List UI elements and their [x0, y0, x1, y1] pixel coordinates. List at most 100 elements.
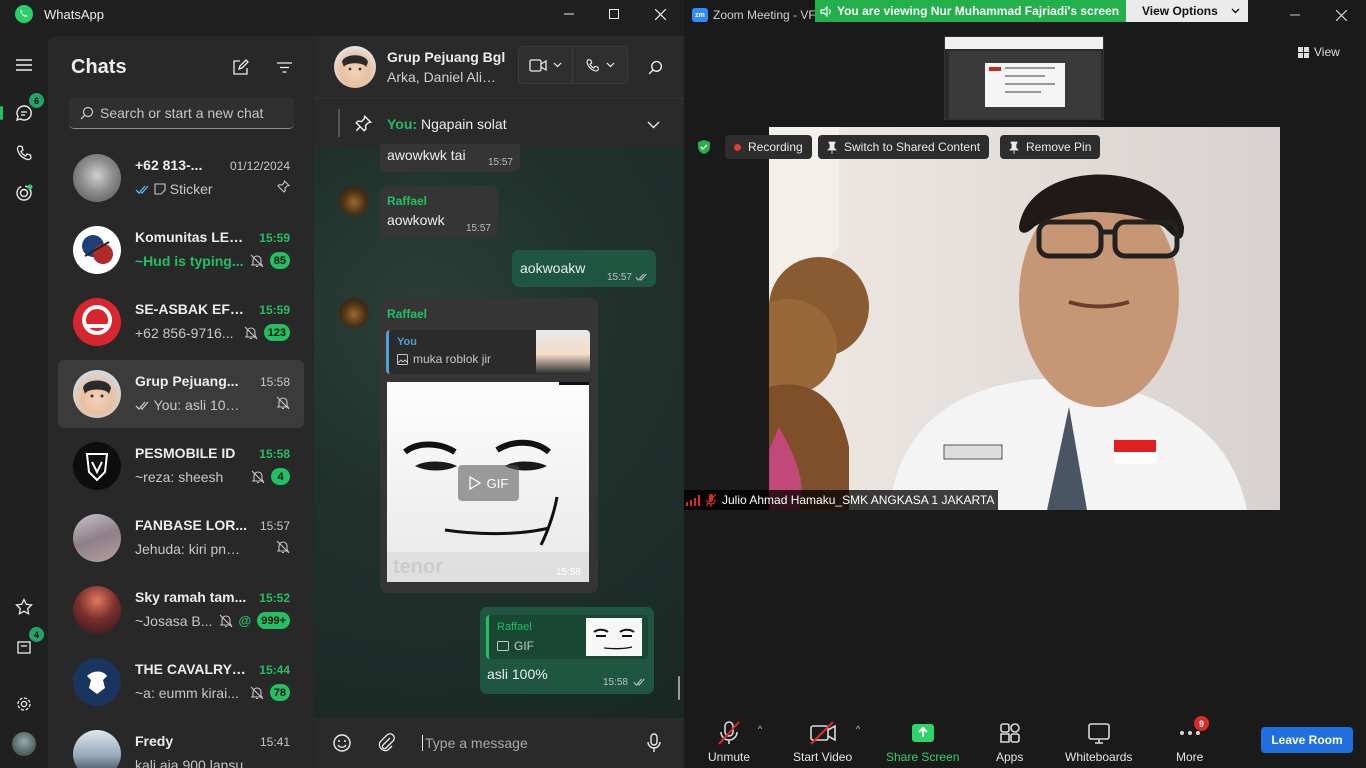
close-window-button[interactable] [637, 0, 683, 28]
quote-text: GIF [514, 639, 534, 653]
quoted-message[interactable]: Raffael GIF [486, 615, 648, 659]
status-nav-button[interactable] [8, 177, 40, 209]
pinned-message-bar[interactable]: You: Ngapain solat [314, 98, 684, 148]
chat-avatar [73, 154, 121, 202]
message-bubble-outgoing[interactable]: aokwoakw 15:57 [512, 250, 656, 287]
search-input[interactable]: Search or start a new chat [69, 97, 294, 129]
mention-indicator: @ [238, 613, 252, 628]
minimize-button[interactable] [546, 0, 592, 28]
chat-item[interactable]: Fredy 15:41 kali aja 900 lansu [58, 720, 304, 768]
screen-share-text: You are viewing Nur Muhammad Fajriadi's … [837, 4, 1120, 18]
start-video-label: Start Video [793, 750, 853, 764]
voice-call-button[interactable] [573, 47, 627, 83]
profile-nav-button[interactable] [8, 728, 40, 760]
message-text: awowkwk tai [387, 147, 466, 163]
zoom-minimize-button[interactable] [1272, 0, 1318, 30]
conversation-header[interactable]: Grup Pejuang Bgl Arka, Daniel Ali,... [314, 36, 684, 98]
starred-nav-button[interactable] [8, 591, 40, 623]
message-bubble[interactable]: Raffael You muka roblok jir GIF tenor 15… [380, 298, 598, 593]
zoom-maximize-button[interactable] [1296, 0, 1297, 30]
whiteboards-button[interactable]: Whiteboards [1065, 720, 1132, 764]
chat-item[interactable]: SE-ASBAK EFO... 15:59 +62 856-9716... 12… [58, 288, 304, 356]
filter-button[interactable] [273, 56, 295, 78]
encryption-shield-icon[interactable] [696, 139, 712, 155]
chat-meta [276, 540, 290, 554]
quoted-message[interactable]: You muka roblok jir [386, 330, 590, 374]
switch-to-shared-content-button[interactable]: Switch to Shared Content [818, 135, 990, 159]
participant-video-frame [769, 127, 1280, 510]
gif-play-button[interactable]: GIF [458, 465, 519, 501]
share-screen-button[interactable]: Share Screen [886, 720, 959, 764]
chat-meta: 123 [244, 324, 290, 341]
start-video-button[interactable]: Start Video [793, 720, 852, 764]
view-options-button[interactable]: View Options [1126, 0, 1248, 22]
chat-item[interactable]: PESMOBILE ID 15:58 ~reza: sheesh 4 [58, 432, 304, 500]
video-options-caret[interactable]: ^ [856, 724, 860, 734]
message-input[interactable]: Type a message [422, 735, 528, 751]
chat-item-selected[interactable]: Grup Pejuang... 15:58 You: asli 100% [58, 360, 304, 428]
chevron-down-icon [606, 62, 615, 68]
menu-button[interactable] [8, 49, 40, 81]
chat-avatar [73, 370, 121, 418]
pinned-text: You: Ngapain solat [387, 116, 507, 132]
phone-icon [16, 145, 32, 161]
message-time: 15:58 [555, 567, 581, 578]
message-bubble-outgoing[interactable]: Raffael GIF asli 100% 15:58 [480, 607, 654, 694]
chats-nav-button[interactable]: 6 [0, 93, 44, 129]
pinned-message: Ngapain solat [420, 116, 507, 132]
scrollbar[interactable] [678, 676, 680, 700]
emoji-button[interactable] [332, 733, 352, 753]
chat-item[interactable]: FANBASE LOR... 15:57 Jehuda: kiri pnya..… [58, 504, 304, 572]
unmute-button[interactable]: Unmute [708, 720, 750, 764]
chat-item[interactable]: Komunitas LEO... 15:59 ~Hud is typing...… [58, 216, 304, 284]
message-bubble[interactable]: Raffael aowkowk 15:57 [380, 186, 498, 238]
chat-meta [277, 180, 290, 193]
view-options-label: View Options [1142, 4, 1218, 18]
participant-video[interactable] [769, 127, 1280, 510]
chat-preview-text: Jehuda: kiri pnya... [135, 541, 245, 557]
whatsapp-logo-icon [15, 5, 33, 23]
video-call-button[interactable] [519, 47, 573, 83]
chat-name: THE CAVALRY ID [135, 661, 247, 677]
chat-avatar [73, 514, 121, 562]
screen-share-banner: You are viewing Nur Muhammad Fajriadi's … [815, 0, 1126, 22]
zoom-close-button[interactable] [1318, 0, 1364, 30]
chat-item[interactable]: THE CAVALRY ID 15:44 ~a: eumm kirai... 7… [58, 648, 304, 716]
voice-message-button[interactable] [646, 733, 664, 753]
leave-room-button[interactable]: Leave Room [1261, 727, 1353, 753]
recording-indicator[interactable]: Recording [725, 135, 812, 159]
maximize-button[interactable] [591, 0, 637, 28]
app-title: WhatsApp [44, 6, 104, 22]
gif-media[interactable]: GIF tenor 15:58 [387, 382, 589, 582]
sticker-icon [154, 183, 166, 195]
apps-button[interactable]: Apps [996, 720, 1023, 764]
settings-nav-button[interactable] [8, 688, 40, 720]
message-bubble[interactable]: awowkwk tai 15:57 [380, 144, 520, 172]
sender-avatar[interactable] [339, 298, 369, 328]
video-camera-icon [529, 58, 547, 72]
view-layout-button[interactable]: View [1298, 42, 1340, 62]
calls-nav-button[interactable] [8, 137, 40, 169]
shared-screen-thumbnail[interactable] [944, 36, 1104, 120]
archived-nav-button[interactable]: 4 [8, 627, 44, 663]
chat-item[interactable]: Sky ramah tam... 15:52 ~Josasa B... @ 99… [58, 576, 304, 644]
muted-bell-icon [244, 326, 258, 339]
message-time: 15:57 [465, 223, 491, 234]
muted-bell-icon [276, 540, 290, 554]
new-chat-button[interactable] [229, 56, 251, 78]
remove-pin-button[interactable]: Remove Pin [1000, 135, 1101, 159]
navigation-rail: 6 4 [0, 36, 48, 768]
archived-badge: 4 [29, 627, 44, 642]
group-members: Arka, Daniel Ali,... [387, 69, 497, 85]
attach-button[interactable] [376, 732, 396, 752]
audio-options-caret[interactable]: ^ [758, 724, 762, 734]
chats-unread-badge: 6 [29, 93, 44, 108]
chat-item[interactable]: +62 813-... 01/12/2024 Sticker [58, 144, 304, 212]
meeting-toolbar: Unmute ^ Start Video ^ Share Screen Apps… [684, 712, 1366, 768]
pin-divider [338, 109, 340, 137]
search-messages-button[interactable] [644, 56, 666, 78]
unmute-label: Unmute [708, 750, 751, 764]
view-label: View [1314, 45, 1340, 59]
more-button[interactable]: 9 More [1176, 716, 1209, 764]
sender-avatar[interactable] [339, 186, 369, 216]
